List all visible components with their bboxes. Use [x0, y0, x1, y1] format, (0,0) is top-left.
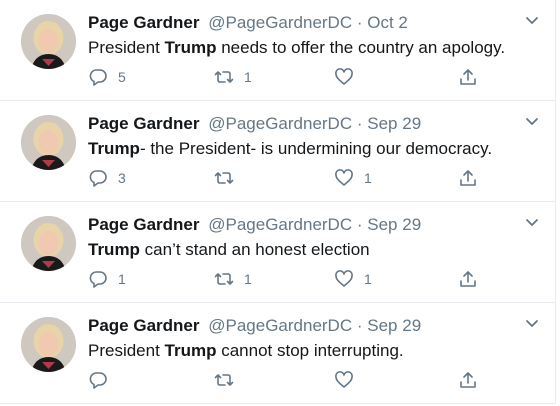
author-handle[interactable]: @PageGardnerDC [208, 316, 352, 335]
like-button[interactable]: 1 [334, 268, 372, 290]
share-icon [460, 372, 476, 388]
avatar[interactable] [21, 115, 76, 170]
tweet[interactable]: Page Gardner @PageGardnerDC · Sep 29 Tru… [0, 202, 556, 303]
reply-button[interactable]: 3 [88, 167, 126, 189]
reply-icon [89, 372, 107, 389]
like-icon [335, 169, 353, 186]
like-icon [335, 68, 353, 85]
tweet-actions: 1 1 1 [88, 268, 488, 290]
author-name[interactable]: Page Gardner [88, 316, 200, 335]
author-handle[interactable]: @PageGardnerDC [208, 114, 352, 133]
retweet-icon [214, 374, 234, 386]
author-handle[interactable]: @PageGardnerDC [208, 215, 352, 234]
author-name[interactable]: Page Gardner [88, 13, 200, 32]
reply-count: 3 [118, 170, 126, 186]
tweet-date[interactable]: Oct 2 [367, 13, 408, 32]
reply-icon [89, 170, 107, 187]
text-after: cannot stop interrupting. [216, 341, 404, 360]
tweet-header: Page Gardner @PageGardnerDC · Oct 2 [88, 13, 408, 33]
avatar[interactable] [21, 14, 76, 69]
reply-count: 1 [118, 271, 126, 287]
retweet-icon [214, 71, 234, 83]
reply-button[interactable]: 1 [88, 268, 126, 290]
tweet-date[interactable]: Sep 29 [367, 114, 421, 133]
reply-button[interactable] [88, 369, 118, 391]
avatar-photo [21, 317, 76, 372]
share-button[interactable] [458, 167, 478, 189]
retweet-button[interactable] [214, 167, 244, 189]
text-bold: Trump [88, 240, 140, 259]
avatar[interactable] [21, 216, 76, 271]
retweet-button[interactable]: 1 [214, 66, 252, 88]
text-before: President [88, 38, 165, 57]
text-before: President [88, 341, 165, 360]
text-bold: Trump [88, 139, 140, 158]
retweet-count: 1 [244, 271, 252, 287]
tweet-header: Page Gardner @PageGardnerDC · Sep 29 [88, 114, 421, 134]
chevron-down-icon[interactable] [525, 117, 539, 127]
share-button[interactable] [458, 66, 478, 88]
retweet-button[interactable]: 1 [214, 268, 252, 290]
like-count: 1 [364, 271, 372, 287]
like-icon [335, 270, 353, 287]
like-count: 1 [364, 170, 372, 186]
reply-count: 5 [118, 69, 126, 85]
tweet-date[interactable]: Sep 29 [367, 316, 421, 335]
tweet-text: President Trump cannot stop interrupting… [88, 340, 404, 362]
tweet-actions: 3 1 [88, 167, 488, 189]
chevron-down-icon[interactable] [525, 218, 539, 228]
text-bold: Trump [164, 38, 217, 57]
tweet-date[interactable]: Sep 29 [367, 215, 421, 234]
tweet-actions: 5 1 [88, 66, 488, 88]
tweet-text: Trump- the President- is undermining our… [88, 138, 492, 160]
avatar[interactable] [21, 317, 76, 372]
chevron-down-icon[interactable] [525, 16, 539, 26]
retweet-count: 1 [244, 69, 252, 85]
text-after: - the President- is undermining our demo… [139, 139, 493, 158]
like-icon [335, 371, 353, 388]
reply-button[interactable]: 5 [88, 66, 126, 88]
avatar-photo [21, 14, 76, 69]
like-button[interactable] [334, 66, 364, 88]
text-after: needs to offer the country an apology. [216, 38, 506, 57]
share-icon [460, 271, 476, 287]
tweet-header: Page Gardner @PageGardnerDC · Sep 29 [88, 215, 421, 235]
retweet-button[interactable] [214, 369, 244, 391]
like-button[interactable] [334, 369, 364, 391]
tweet-actions [88, 369, 488, 391]
author-name[interactable]: Page Gardner [88, 215, 200, 234]
separator: · [356, 215, 363, 234]
text-bold: Trump [164, 341, 217, 360]
tweet[interactable]: Page Gardner @PageGardnerDC · Sep 29 Pre… [0, 303, 556, 404]
separator: · [356, 13, 363, 32]
tweet[interactable]: Page Gardner @PageGardnerDC · Oct 2 Pres… [0, 0, 556, 101]
separator: · [356, 316, 363, 335]
text-after: can’t stand an honest election [139, 240, 370, 259]
share-icon [460, 69, 476, 85]
chevron-down-icon[interactable] [525, 319, 539, 329]
avatar-photo [21, 115, 76, 170]
separator: · [356, 114, 363, 133]
avatar-photo [21, 216, 76, 271]
author-handle[interactable]: @PageGardnerDC [208, 13, 352, 32]
like-button[interactable]: 1 [334, 167, 372, 189]
tweet-text: President Trump needs to offer the count… [88, 37, 505, 59]
tweet-feed: Page Gardner @PageGardnerDC · Oct 2 Pres… [0, 0, 560, 406]
share-button[interactable] [458, 268, 478, 290]
retweet-icon [214, 172, 234, 184]
share-button[interactable] [458, 369, 478, 391]
tweet[interactable]: Page Gardner @PageGardnerDC · Sep 29 Tru… [0, 101, 556, 202]
author-name[interactable]: Page Gardner [88, 114, 200, 133]
reply-icon [89, 271, 107, 288]
reply-icon [89, 69, 107, 86]
tweet-header: Page Gardner @PageGardnerDC · Sep 29 [88, 316, 421, 336]
tweet-text: Trump can’t stand an honest election [88, 239, 370, 261]
retweet-icon [214, 273, 234, 285]
share-icon [460, 170, 476, 186]
